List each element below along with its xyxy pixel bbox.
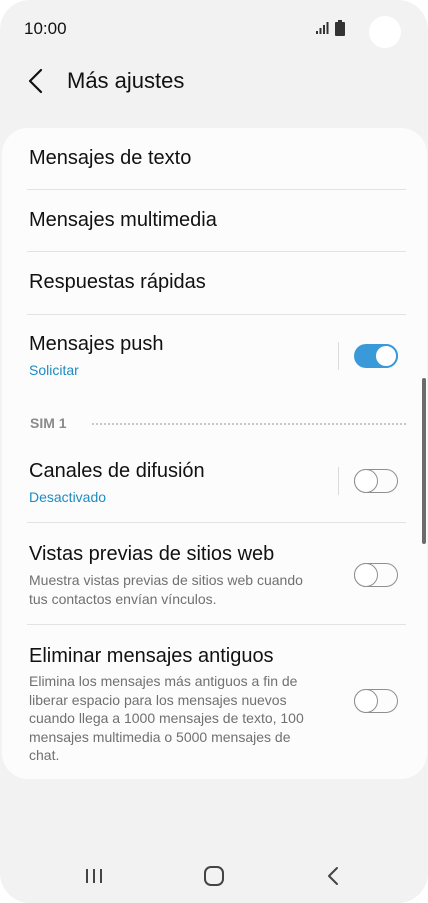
status-time: 10:00 xyxy=(24,19,67,38)
section-dotted-line xyxy=(92,423,406,425)
toggle-knob xyxy=(353,468,378,493)
home-icon[interactable] xyxy=(200,862,228,890)
setting-label: Canales de difusión xyxy=(29,460,205,482)
setting-label: Respuestas rápidas xyxy=(29,271,206,293)
setting-description: Muestra vistas previas de sitios web cua… xyxy=(29,572,303,607)
push-messages-toggle[interactable] xyxy=(354,344,398,368)
battery-icon xyxy=(335,20,345,36)
back-nav-icon[interactable] xyxy=(320,862,348,890)
setting-multimedia-messages[interactable]: Mensajes multimedia xyxy=(2,190,427,252)
signal-icon xyxy=(316,22,329,34)
setting-label: Vistas previas de sitios web xyxy=(29,543,275,565)
setting-sub-value: Desactivado xyxy=(29,489,107,505)
navigation-bar xyxy=(0,846,428,902)
app-header: Más ajustes xyxy=(0,58,428,118)
setting-label: Mensajes push xyxy=(29,333,164,355)
recents-icon[interactable] xyxy=(80,862,108,890)
setting-label: Mensajes multimedia xyxy=(29,209,217,231)
chevron-left-icon xyxy=(28,68,43,94)
phone-screen: 10:00 Más ajustes Mensajes de texto Mens… xyxy=(0,0,428,903)
toggle-knob xyxy=(353,562,378,587)
setting-broadcast-channels[interactable]: Canales de difusión Desactivado xyxy=(2,446,427,522)
scrollbar[interactable] xyxy=(422,378,426,544)
setting-delete-old-messages[interactable]: Eliminar mensajes antiguos Elimina los m… xyxy=(2,625,427,779)
toggle-knob xyxy=(353,688,378,713)
setting-push-messages[interactable]: Mensajes push Solicitar xyxy=(2,315,427,395)
link-previews-toggle[interactable] xyxy=(353,562,398,587)
back-button[interactable] xyxy=(22,66,52,96)
setting-quick-responses[interactable]: Respuestas rápidas xyxy=(2,252,427,314)
page-title: Más ajustes xyxy=(67,68,185,93)
setting-link-previews[interactable]: Vistas previas de sitios web Muestra vis… xyxy=(2,523,427,624)
status-bar: 10:00 xyxy=(0,0,428,58)
setting-description: Elimina los mensajes más antiguos a fin … xyxy=(29,673,304,763)
setting-text-messages[interactable]: Mensajes de texto xyxy=(2,128,427,190)
toggle-knob xyxy=(374,344,398,368)
delete-old-messages-toggle[interactable] xyxy=(353,688,398,713)
camera-cutout xyxy=(369,16,401,48)
broadcast-channels-toggle[interactable] xyxy=(353,468,398,493)
setting-label: Eliminar mensajes antiguos xyxy=(29,645,274,667)
settings-card: Mensajes de texto Mensajes multimedia Re… xyxy=(2,128,427,779)
setting-sub-value: Solicitar xyxy=(29,362,79,378)
vertical-separator xyxy=(338,467,339,495)
section-header-sim1: SIM 1 xyxy=(30,415,67,431)
setting-label: Mensajes de texto xyxy=(29,147,192,169)
vertical-separator xyxy=(338,342,339,370)
